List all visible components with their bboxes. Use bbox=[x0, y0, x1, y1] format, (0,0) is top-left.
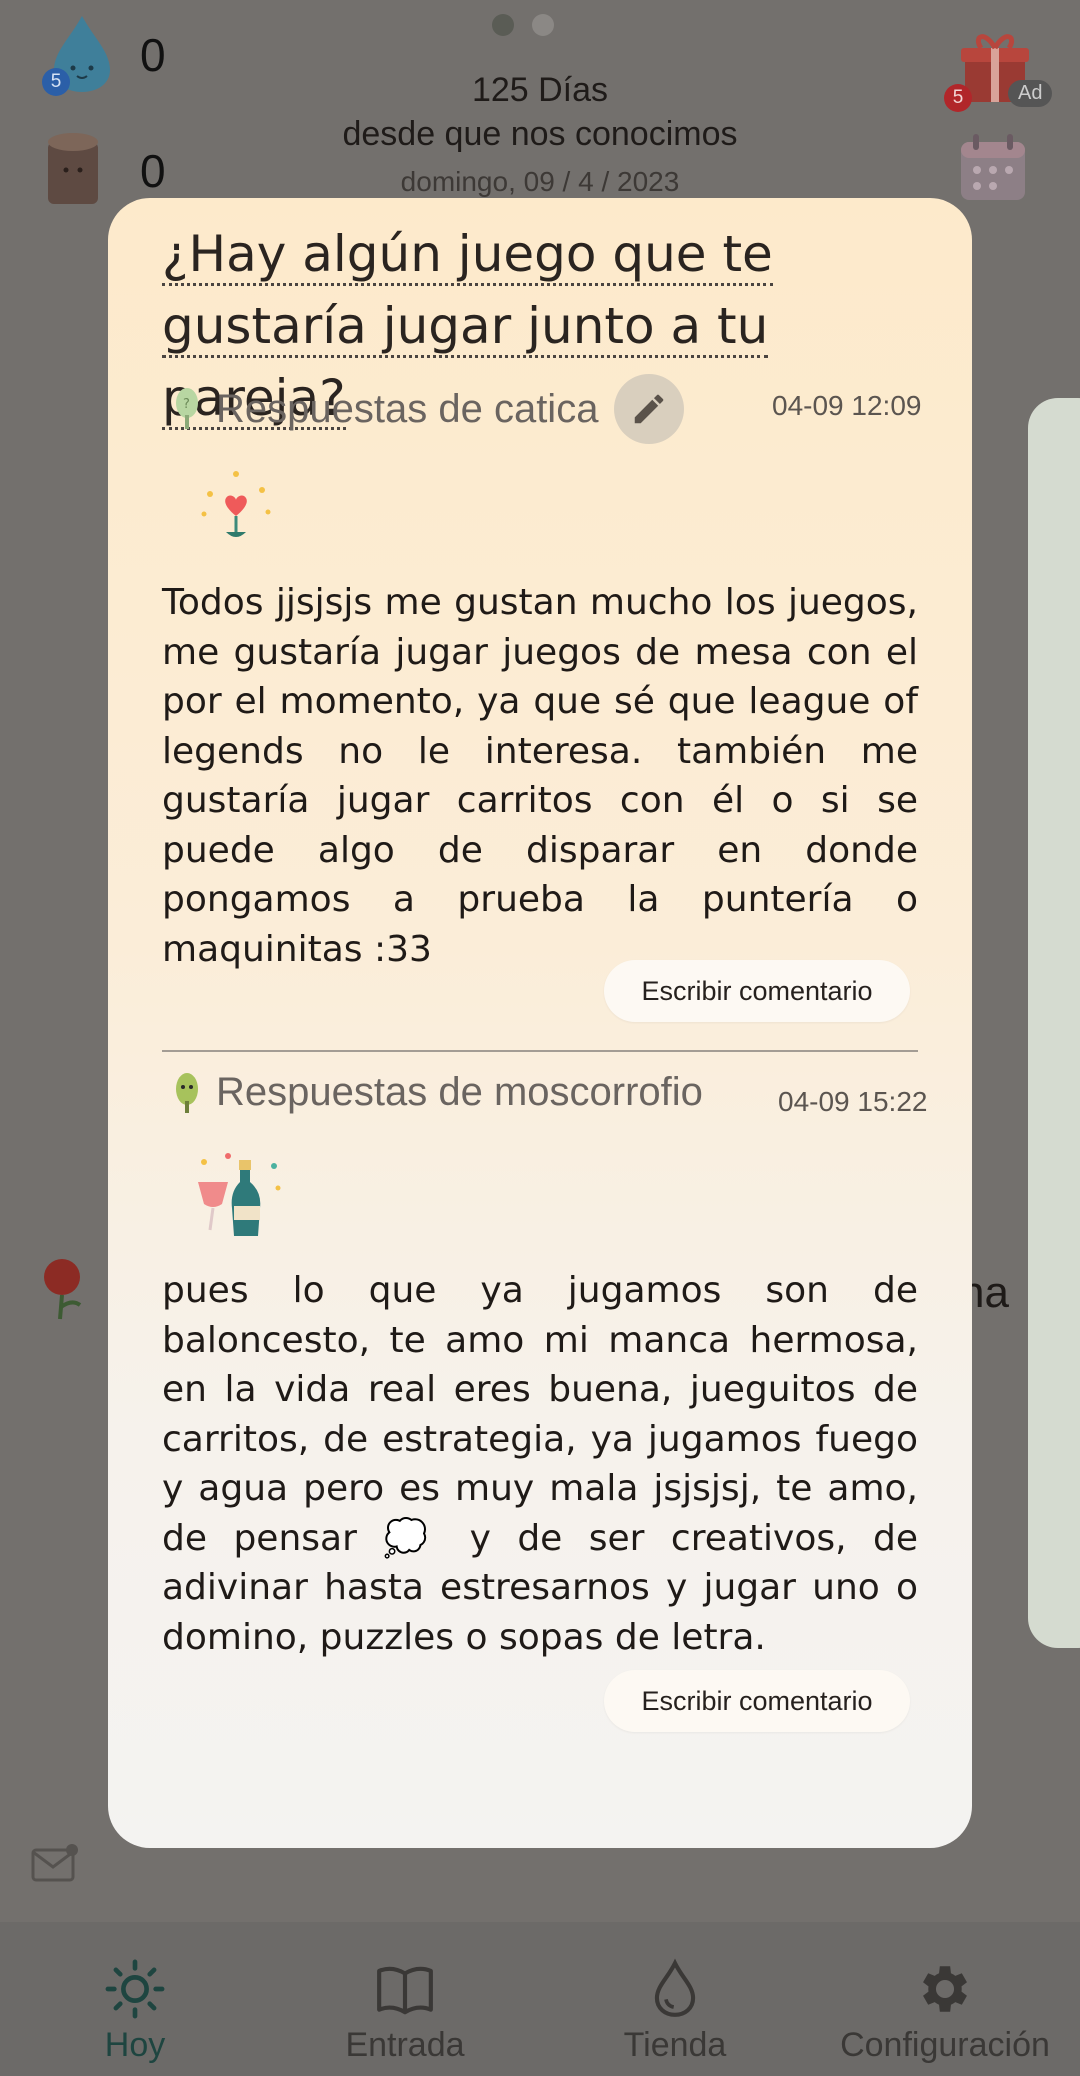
rose-icon[interactable] bbox=[36, 1255, 88, 1321]
page-dot bbox=[532, 14, 554, 36]
days-counter: 125 Días desde que nos conocimos bbox=[0, 68, 1080, 156]
next-card[interactable] bbox=[1028, 398, 1080, 1648]
nav-label: Entrada bbox=[345, 2026, 465, 2064]
nav-label: Tienda bbox=[623, 2026, 727, 2064]
answer-header-moscorrofio: Respuestas de moscorrofio bbox=[174, 1070, 703, 1115]
nav-item-hoy[interactable]: Hoy bbox=[0, 1922, 270, 2076]
nav-label: Configuración bbox=[840, 2026, 1050, 2064]
question-modal: ¿Hay algún juego que te gustaría jugar j… bbox=[108, 198, 972, 1848]
pencil-icon bbox=[635, 394, 664, 424]
ad-label: Ad bbox=[1008, 80, 1053, 107]
edit-answer-button[interactable] bbox=[614, 374, 685, 444]
nav-label: Hoy bbox=[104, 2026, 166, 2064]
write-comment-button[interactable]: Escribir comentario bbox=[604, 1670, 910, 1732]
nav-item-configuracion[interactable]: Configuración bbox=[810, 1922, 1080, 2076]
current-date: domingo, 09 / 4 / 2023 bbox=[400, 166, 680, 197]
days-subtitle: desde que nos conocimos bbox=[342, 115, 738, 153]
answer-timestamp: 04-09 15:22 bbox=[778, 1086, 928, 1117]
days-label: 125 Días bbox=[471, 71, 609, 109]
bottom-navigation: Hoy Entrada Tienda Configuración bbox=[0, 1922, 1080, 2076]
leaf-icon bbox=[176, 1072, 198, 1113]
write-comment-button[interactable]: Escribir comentario bbox=[604, 960, 910, 1022]
champagne-sticker bbox=[198, 1153, 281, 1236]
answer-title: Respuestas de moscorrofio bbox=[216, 1070, 703, 1114]
page-dot-active bbox=[492, 14, 514, 36]
leaf-icon: ? bbox=[176, 388, 198, 429]
svg-text:?: ? bbox=[183, 397, 190, 412]
book-icon bbox=[377, 1966, 433, 2015]
sun-icon bbox=[105, 1959, 165, 2019]
answer-text: Todos jjsjsjs me gustan mucho los juegos… bbox=[162, 582, 918, 970]
nav-item-entrada[interactable]: Entrada bbox=[270, 1922, 540, 2076]
mail-icon[interactable] bbox=[30, 1842, 80, 1884]
answer-title: Respuestas de catica bbox=[216, 386, 599, 431]
answer-text: pues lo que ya jugamos son de baloncesto… bbox=[162, 1270, 918, 1658]
answer-divider bbox=[162, 1050, 918, 1052]
nav-item-tienda[interactable]: Tienda bbox=[540, 1922, 810, 2076]
answer-header-catica: ? Respuestas de catica bbox=[174, 374, 685, 444]
gear-icon bbox=[923, 1966, 967, 2012]
page-indicator bbox=[492, 14, 554, 36]
answer-timestamp: 04-09 12:09 bbox=[772, 390, 922, 421]
calendar-icon[interactable] bbox=[955, 130, 1031, 206]
drop-icon bbox=[654, 1958, 696, 2017]
gift-badge: 5 bbox=[944, 84, 972, 112]
heart-flower-sticker bbox=[201, 471, 271, 537]
